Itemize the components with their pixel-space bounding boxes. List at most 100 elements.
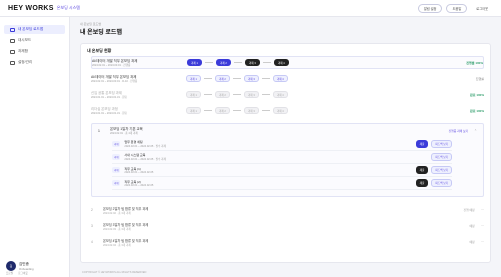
main-content: 내 온보딩 로드맵 내 온보딩 로드맵 내 온보딩 현황 AI/데이터 개발 직… — [74, 17, 497, 277]
step-connector — [203, 78, 212, 79]
feedback-button[interactable]: 피드백 보기 — [431, 166, 452, 174]
stage-subtitle: 2024.02.02 · 총 3개 과제 — [103, 211, 131, 215]
stage-title: 온보딩 4일차 팀 합류 및 직무 과제 — [103, 238, 149, 243]
sidebar-item-label: 대시보드 — [18, 38, 32, 42]
breadcrumb[interactable]: 내 온보딩 로드맵 — [80, 22, 497, 26]
step-chip[interactable]: 과제 2 — [214, 106, 230, 115]
sidebar-item-tasks[interactable]: 과제함 — [4, 47, 65, 56]
task-actions: 제출 피드백 보기 — [415, 166, 452, 174]
task-type-badge: 과제 — [112, 154, 121, 160]
task-actions: 제출 피드백 보기 — [415, 179, 452, 187]
page-title: 내 온보딩 로드맵 — [80, 30, 122, 36]
user-role: Onboarding — [19, 266, 34, 271]
roadmap-card: 내 온보딩 현황 AI/데이터 개발 직무 온보딩 과제 2024.02.01 … — [80, 43, 491, 263]
app-logo[interactable]: HEY WORKS — [8, 5, 54, 12]
step-connector — [261, 94, 270, 95]
task-period: 2024.02.01 ~ 2024.02.05 · 필수 과제 — [124, 145, 166, 148]
stage-title: 온보딩 2일차 팀 합류 및 직무 과제 — [103, 206, 149, 211]
task-row[interactable]: 과제 사내 시스템 교육 2024.02.01 ~ 2024.02.05 · 필… — [112, 151, 452, 164]
avatar: 김 — [6, 261, 16, 271]
step-chip[interactable]: 과제 4 — [272, 74, 288, 83]
task-type-badge: 과제 — [112, 180, 121, 186]
chevron-up-icon[interactable]: ⌃ — [474, 129, 477, 133]
step-chip[interactable]: 과제 1 — [186, 106, 201, 115]
task-list: 과제 업무 환경 세팅 2024.02.01 ~ 2024.02.05 · 필수… — [112, 138, 452, 190]
sidebar-item-dashboard[interactable]: 대시보드 — [4, 36, 65, 45]
stage-number: 2 — [91, 208, 93, 212]
roadmap-row-title: AI/데이터 개발 직무 온보딩 과제 2024.02.01 ~ 2024.03… — [92, 58, 187, 67]
stage-row[interactable]: 4 온보딩 4일차 팀 합류 및 직무 과제 2024.02.04 · 총 3개… — [91, 236, 484, 248]
step-chip[interactable]: 과제 1 — [186, 74, 201, 83]
step-chip[interactable]: 과제 3 — [243, 106, 259, 115]
step-chip[interactable]: 과제 1 — [187, 58, 202, 67]
step-connector — [233, 62, 242, 63]
feedback-button[interactable]: 피드백 보기 — [431, 153, 452, 161]
roadmap-row[interactable]: AI/데이터 개발 직무 온보딩 과제 2024.02.01 ~ 2024.03… — [91, 72, 484, 85]
step-list: 과제 1 과제 2 과제 3 과제 4 — [186, 74, 476, 83]
sidebar-item-roadmap[interactable]: 내 온보딩 로드맵 — [4, 25, 65, 34]
step-chip[interactable]: 과제 3 — [244, 58, 260, 67]
more-icon[interactable]: ⋯ — [481, 208, 484, 212]
stage-row[interactable]: 2 온보딩 2일차 팀 합류 및 직무 과제 2024.02.02 · 총 3개… — [91, 204, 484, 216]
notification-settings-button[interactable]: 알림 설정 — [417, 3, 443, 13]
progress-value: 진행률 100% — [466, 60, 483, 65]
roadmap-progress: 진행률 100% — [466, 61, 483, 65]
feedback-button[interactable]: 피드백 보기 — [431, 140, 452, 148]
task-period: 2024.02.01 ~ 2024.02.05 — [124, 183, 154, 187]
more-icon[interactable]: ⋯ — [481, 240, 484, 244]
step-chip[interactable]: 과제 2 — [215, 58, 231, 67]
roadmap-period: 2024.01.01 ~ 2024.01.31 · 완료 — [91, 112, 127, 115]
submit-button[interactable]: 제출 — [415, 179, 429, 187]
step-chip[interactable]: 과제 4 — [272, 106, 288, 115]
footer-copyright: COPYRIGHT © HEYWORKS ALL RIGHTS RESERVED — [82, 271, 147, 274]
task-row[interactable]: 과제 직무 교육 (2) 2024.02.01 ~ 2024.02.05 제출 … — [112, 177, 452, 190]
step-connector — [261, 78, 270, 79]
roadmap-row[interactable]: AI/데이터 개발 직무 온보딩 과제 2024.02.01 ~ 2024.03… — [91, 56, 484, 69]
task-row[interactable]: 과제 직무 교육 (1) 2024.02.01 ~ 2024.02.05 제출 … — [112, 164, 452, 177]
roadmap-progress: 완료 100% — [470, 109, 484, 113]
roadmap-row[interactable]: 리더십 온보딩 과정 2024.01.01 ~ 2024.01.31 · 완료 … — [91, 104, 484, 117]
task-row[interactable]: 과제 업무 환경 세팅 2024.02.01 ~ 2024.02.05 · 필수… — [112, 138, 452, 151]
stage-status-link[interactable]: 진행중 과제 보기 — [449, 129, 469, 133]
stage-row[interactable]: 3 온보딩 3일차 팀 합류 및 직무 과제 2024.02.03 · 총 3개… — [91, 220, 484, 232]
step-connector — [232, 94, 241, 95]
roadmap-period: 2024.02.01 ~ 2024.03.01 · D-10 · 진행중 — [91, 80, 138, 83]
help-button[interactable]: 도움말 — [446, 3, 468, 13]
submit-button[interactable]: 제출 — [415, 140, 429, 148]
top-bar: HEY WORKS 온보딩 시스템 알림 설정 도움말 로그아웃 — [0, 0, 501, 17]
roadmap-progress: 완료 100% — [470, 93, 484, 97]
inbox-icon — [10, 49, 15, 54]
roadmap-period: 2024.01.01 ~ 2024.01.31 · 완료 — [91, 96, 127, 99]
more-icon[interactable]: ⋯ — [481, 224, 484, 228]
dashboard-icon — [10, 38, 15, 43]
app-subtitle: 온보딩 시스템 — [56, 5, 80, 10]
stage-header[interactable]: 1 온보딩 1일차 기본 교육 2024.02.01 · 총 4개 과제 진행중… — [92, 124, 483, 137]
roadmap-row-title: 리더십 온보딩 과정 2024.01.01 ~ 2024.01.31 · 완료 — [91, 106, 186, 115]
sidebar-logout-link[interactable]: 로그아웃 — [18, 271, 28, 275]
section-title: 내 온보딩 현황 — [87, 48, 112, 53]
task-type-badge: 과제 — [112, 167, 121, 173]
step-chip[interactable]: 과제 2 — [214, 90, 230, 99]
submit-button[interactable]: 제출 — [415, 166, 429, 174]
step-chip[interactable]: 과제 3 — [243, 90, 259, 99]
step-chip[interactable]: 과제 2 — [214, 74, 230, 83]
step-chip[interactable]: 과제 1 — [186, 90, 201, 99]
task-actions: 피드백 보기 — [431, 153, 452, 161]
roadmap-row-title: 신입 공통 온보딩 과제 2024.01.01 ~ 2024.01.31 · 완… — [91, 90, 186, 99]
step-chip[interactable]: 과제 4 — [273, 58, 289, 67]
step-connector — [232, 78, 241, 79]
stage-number: 4 — [91, 240, 93, 244]
step-chip[interactable]: 과제 3 — [243, 74, 259, 83]
step-connector — [203, 94, 212, 95]
user-profile[interactable]: 김 김민종 Onboarding — [6, 261, 34, 271]
logout-button[interactable]: 로그아웃 — [471, 4, 493, 12]
stage-status: 예정 — [469, 224, 475, 228]
sidebar-item-label: 설정/관리 — [18, 60, 33, 64]
step-list: 과제 1 과제 2 과제 3 과제 4 — [186, 106, 470, 115]
roadmap-row[interactable]: 신입 공통 온보딩 과제 2024.01.01 ~ 2024.01.31 · 완… — [91, 88, 484, 101]
top-actions: 알림 설정 도움말 로그아웃 — [417, 3, 493, 13]
feedback-button[interactable]: 피드백 보기 — [431, 179, 452, 187]
sidebar-item-settings[interactable]: 설정/관리 — [4, 58, 65, 67]
profile-link[interactable]: 프로필 — [6, 271, 13, 275]
step-chip[interactable]: 과제 4 — [272, 90, 288, 99]
